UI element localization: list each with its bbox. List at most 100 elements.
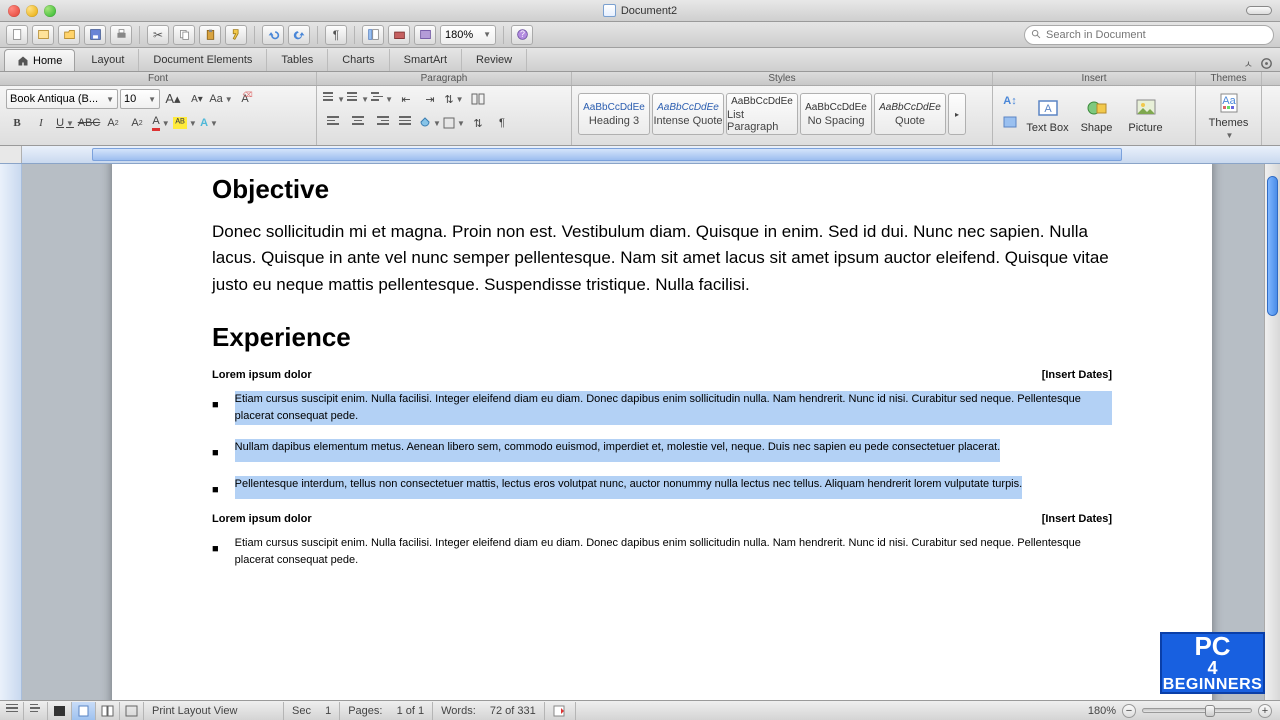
cut-button[interactable]: ✂ [147, 25, 169, 45]
align-left-button[interactable] [323, 113, 345, 133]
insert-small-1[interactable]: A↕ [999, 91, 1021, 111]
zoom-out-button[interactable]: − [1122, 704, 1136, 718]
justify-button[interactable] [395, 113, 417, 133]
view-draft-button[interactable] [0, 702, 24, 720]
exp1-title[interactable]: Lorem ipsum dolor [212, 369, 312, 381]
toolbox-button[interactable] [388, 25, 410, 45]
page[interactable]: Objective Donec sollicitudin mi et magna… [112, 164, 1212, 700]
bullets-button[interactable]: ▼ [323, 89, 345, 109]
experience-2-header[interactable]: Lorem ipsum dolor [Insert Dates] [212, 513, 1112, 525]
superscript-button[interactable]: A2 [102, 113, 124, 133]
save-button[interactable] [84, 25, 106, 45]
multilevel-list-button[interactable]: ▼ [371, 89, 393, 109]
style-quote[interactable]: AaBbCcDdEeQuote [874, 93, 946, 135]
status-pages[interactable]: Pages: 1 of 1 [340, 702, 433, 720]
show-formatting-button[interactable]: ¶ [325, 25, 347, 45]
themes-button[interactable]: AaThemes▼ [1206, 90, 1251, 140]
insert-small-2[interactable] [999, 112, 1021, 132]
exp2-bullets[interactable]: Etiam cursus suscipit enim. Nulla facili… [212, 535, 1112, 569]
document-area[interactable]: Objective Donec sollicitudin mi et magna… [22, 164, 1264, 700]
highlight-button[interactable]: ᴬᴮ▼ [174, 113, 196, 133]
bold-button[interactable]: B [6, 113, 28, 133]
format-painter-button[interactable] [225, 25, 247, 45]
borders-button[interactable]: ▼ [443, 113, 465, 133]
tab-layout[interactable]: Layout [77, 49, 139, 71]
shading-button[interactable]: ▼ [419, 113, 441, 133]
shrink-font-button[interactable]: A▾ [186, 89, 208, 109]
redo-button[interactable] [288, 25, 310, 45]
zoom-combo[interactable]: 180%▼ [440, 25, 496, 45]
change-case-button[interactable]: Aa▼ [210, 89, 232, 109]
tab-document-elements[interactable]: Document Elements [139, 49, 267, 71]
status-section[interactable]: Sec 1 [284, 702, 340, 720]
undo-button[interactable] [262, 25, 284, 45]
search-field[interactable] [1024, 25, 1274, 45]
heading-experience[interactable]: Experience [212, 322, 1112, 353]
tab-tables[interactable]: Tables [267, 49, 328, 71]
sidebar-toggle-button[interactable] [362, 25, 384, 45]
show-marks-button[interactable]: ¶ [491, 113, 513, 133]
titlebar-pill-button[interactable] [1246, 6, 1272, 15]
font-color-button[interactable]: A▼ [150, 113, 172, 133]
help-button[interactable]: ? [511, 25, 533, 45]
tab-review[interactable]: Review [462, 49, 527, 71]
tab-smartart[interactable]: SmartArt [390, 49, 462, 71]
search-input[interactable] [1046, 29, 1267, 41]
print-button[interactable] [110, 25, 132, 45]
exp2-bullet-1[interactable]: Etiam cursus suscipit enim. Nulla facili… [235, 535, 1112, 569]
open-button[interactable] [58, 25, 80, 45]
zoom-slider-knob[interactable] [1205, 705, 1215, 717]
exp2-dates[interactable]: [Insert Dates] [1042, 513, 1112, 525]
numbering-button[interactable]: ▼ [347, 89, 369, 109]
sort-button[interactable]: ⇅ [467, 113, 489, 133]
vertical-scrollbar[interactable] [1264, 164, 1280, 700]
experience-1-header[interactable]: Lorem ipsum dolor [Insert Dates] [212, 369, 1112, 381]
insert-shape-button[interactable]: Shape [1074, 90, 1119, 140]
style-list-paragraph[interactable]: AaBbCcDdEeList Paragraph [726, 93, 798, 135]
exp1-bullets[interactable]: Etiam cursus suscipit enim. Nulla facili… [212, 391, 1112, 499]
exp1-dates[interactable]: [Insert Dates] [1042, 369, 1112, 381]
insert-textbox-button[interactable]: AText Box [1025, 90, 1070, 140]
tab-charts[interactable]: Charts [328, 49, 389, 71]
view-publishing-button[interactable] [48, 702, 72, 720]
zoom-slider[interactable] [1142, 708, 1252, 713]
exp1-bullet-1[interactable]: Etiam cursus suscipit enim. Nulla facili… [235, 391, 1112, 425]
grow-font-button[interactable]: A▴ [162, 89, 184, 109]
align-center-button[interactable] [347, 113, 369, 133]
styles-gallery-more[interactable]: ▸ [948, 93, 966, 135]
decrease-indent-button[interactable]: ⇤ [395, 89, 417, 109]
exp1-bullet-3[interactable]: Pellentesque interdum, tellus non consec… [235, 476, 1023, 499]
underline-button[interactable]: U▼ [54, 113, 76, 133]
style-intense-quote[interactable]: AaBbCcDdEeIntense Quote [652, 93, 724, 135]
subscript-button[interactable]: A2 [126, 113, 148, 133]
exp1-bullet-2[interactable]: Nullam dapibus elementum metus. Aenean l… [235, 439, 1001, 462]
media-browser-button[interactable] [414, 25, 436, 45]
view-outline-button[interactable] [24, 702, 48, 720]
columns-button[interactable] [467, 89, 489, 109]
view-print-layout-button[interactable] [72, 702, 96, 720]
vertical-ruler[interactable] [0, 164, 22, 700]
font-name-combo[interactable]: Book Antiqua (B...▼ [6, 89, 118, 109]
horizontal-ruler[interactable] [0, 146, 1280, 164]
new-doc-button[interactable] [6, 25, 28, 45]
style-heading3[interactable]: AaBbCcDdEeHeading 3 [578, 93, 650, 135]
open-template-button[interactable] [32, 25, 54, 45]
align-right-button[interactable] [371, 113, 393, 133]
insert-picture-button[interactable]: Picture [1123, 90, 1168, 140]
copy-button[interactable] [173, 25, 195, 45]
status-zoom-value[interactable]: 180% [1088, 705, 1116, 717]
status-spell[interactable] [545, 702, 576, 720]
scrollbar-thumb[interactable] [1267, 176, 1278, 316]
exp2-title[interactable]: Lorem ipsum dolor [212, 513, 312, 525]
line-spacing-button[interactable]: ⇅▼ [443, 89, 465, 109]
increase-indent-button[interactable]: ⇥ [419, 89, 441, 109]
style-no-spacing[interactable]: AaBbCcDdEeNo Spacing [800, 93, 872, 135]
view-fullscreen-button[interactable] [120, 702, 144, 720]
objective-paragraph[interactable]: Donec sollicitudin mi et magna. Proin no… [212, 219, 1112, 298]
italic-button[interactable]: I [30, 113, 52, 133]
paste-button[interactable] [199, 25, 221, 45]
strikethrough-button[interactable]: ABC [78, 113, 100, 133]
view-notebook-button[interactable] [96, 702, 120, 720]
tab-home[interactable]: Home [4, 49, 75, 71]
status-words[interactable]: Words: 72 of 331 [433, 702, 545, 720]
